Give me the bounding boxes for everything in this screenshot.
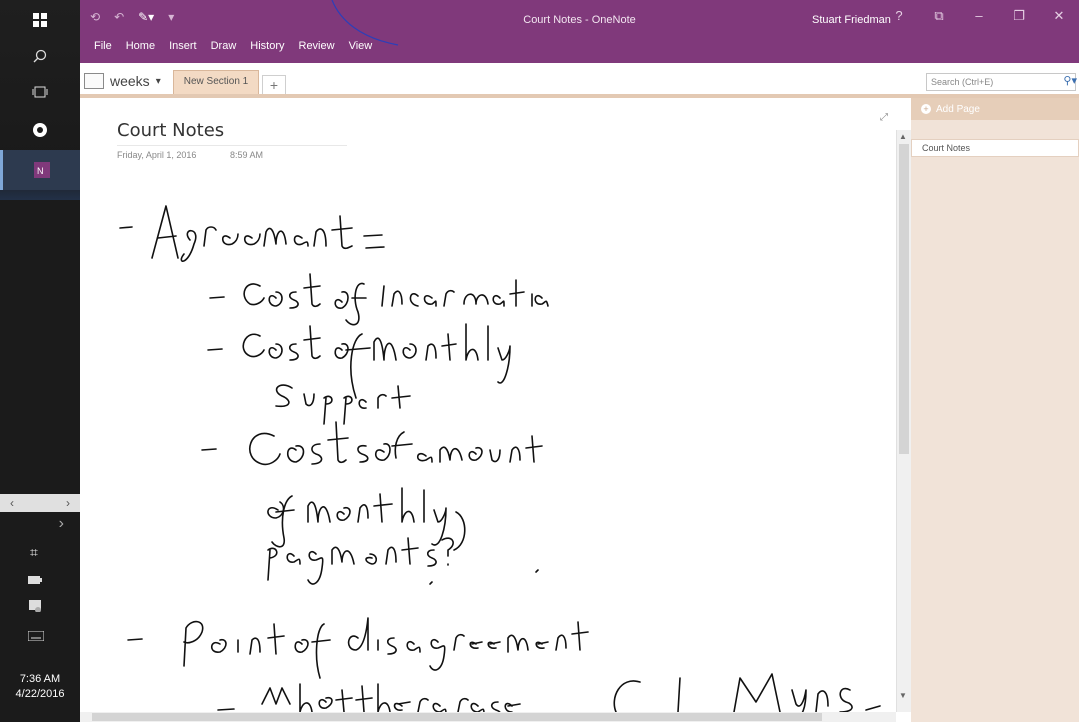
tab-home[interactable]: Home [126, 40, 155, 52]
add-page-button[interactable]: + Add Page [911, 98, 1079, 120]
help-button[interactable]: ? [879, 6, 919, 26]
battery-icon [28, 576, 42, 584]
stray-ink-stroke [331, 0, 399, 46]
plus-icon: + [921, 104, 931, 114]
search-icon[interactable]: ⚲▾ [1063, 74, 1077, 87]
tab-history[interactable]: History [250, 40, 284, 52]
network-icon: ⌗ [30, 543, 38, 560]
minimize-button[interactable]: – [959, 6, 999, 26]
restore-button[interactable]: ❐ [999, 6, 1039, 26]
hscroll-thumb[interactable] [92, 713, 822, 721]
search-input[interactable]: Search (Ctrl+E) [926, 73, 1076, 91]
task-view-button[interactable] [0, 72, 80, 112]
search-button[interactable] [0, 36, 80, 76]
window-controls: ? ⧉ – ❐ ✕ [879, 6, 1079, 26]
tab-insert[interactable]: Insert [169, 40, 197, 52]
svg-text:N: N [37, 166, 44, 176]
section-tab[interactable]: New Section 1 [173, 70, 259, 94]
chevron-right-icon: › [58, 515, 64, 532]
page-list-item[interactable]: Court Notes [911, 139, 1079, 157]
notebook-picker[interactable]: weeks ▾ [84, 73, 161, 89]
taskbar-app-chrome[interactable] [0, 110, 80, 150]
title-bar: ⟲ ↶ ✎▾ ▾ Court Notes - OneNote Stuart Fr… [80, 0, 1079, 63]
screen: N ‹ › › ⌗ 7:36 AM 4/22/2016 ⟲ ↶ ✎▾ ▾ Cou… [0, 0, 1079, 722]
notification-icon [29, 600, 41, 612]
pages-pane: + Add Page Court Notes [911, 98, 1079, 722]
section-bar: weeks ▾ New Section 1 + [80, 63, 911, 98]
search-icon [33, 49, 47, 63]
onenote-icon: N [33, 162, 50, 178]
clock-date: 4/22/2016 [15, 688, 65, 700]
tab-draw[interactable]: Draw [211, 40, 237, 52]
tab-file[interactable]: File [94, 40, 112, 52]
clock-time: 7:36 AM [19, 673, 61, 685]
close-button[interactable]: ✕ [1039, 6, 1079, 26]
touch-keyboard-button[interactable] [0, 616, 80, 656]
keyboard-icon [28, 631, 44, 641]
start-button[interactable] [0, 0, 80, 40]
page-canvas[interactable]: Court Notes Friday, April 1, 2016 8:59 A… [80, 98, 896, 712]
taskbar-clock[interactable]: 7:36 AM 4/22/2016 [0, 672, 80, 702]
task-view-icon [32, 86, 48, 98]
chevron-down-icon: ▾ [155, 75, 161, 87]
vertical-scrollbar[interactable]: ▲ ▼ [896, 130, 911, 712]
notebook-name: weeks [110, 73, 150, 89]
scroll-up-icon[interactable]: ▲ [899, 132, 907, 141]
add-section-button[interactable]: + [262, 75, 286, 94]
handwritten-notes[interactable] [80, 98, 896, 712]
windows-logo-icon [33, 13, 47, 27]
add-page-label: Add Page [936, 103, 980, 115]
horizontal-scrollbar[interactable] [80, 712, 896, 722]
windows-taskbar: N ‹ › › ⌗ 7:36 AM 4/22/2016 [0, 0, 80, 722]
scroll-thumb[interactable] [899, 144, 909, 454]
taskbar-app-onenote[interactable]: N [0, 150, 80, 190]
fullscreen-button[interactable]: ⧉ [919, 6, 959, 26]
scroll-down-icon[interactable]: ▼ [899, 691, 907, 700]
notebook-icon [84, 73, 104, 89]
search-area: Search (Ctrl+E) ⚲▾ [911, 63, 1079, 98]
app-circle-icon [33, 123, 47, 137]
